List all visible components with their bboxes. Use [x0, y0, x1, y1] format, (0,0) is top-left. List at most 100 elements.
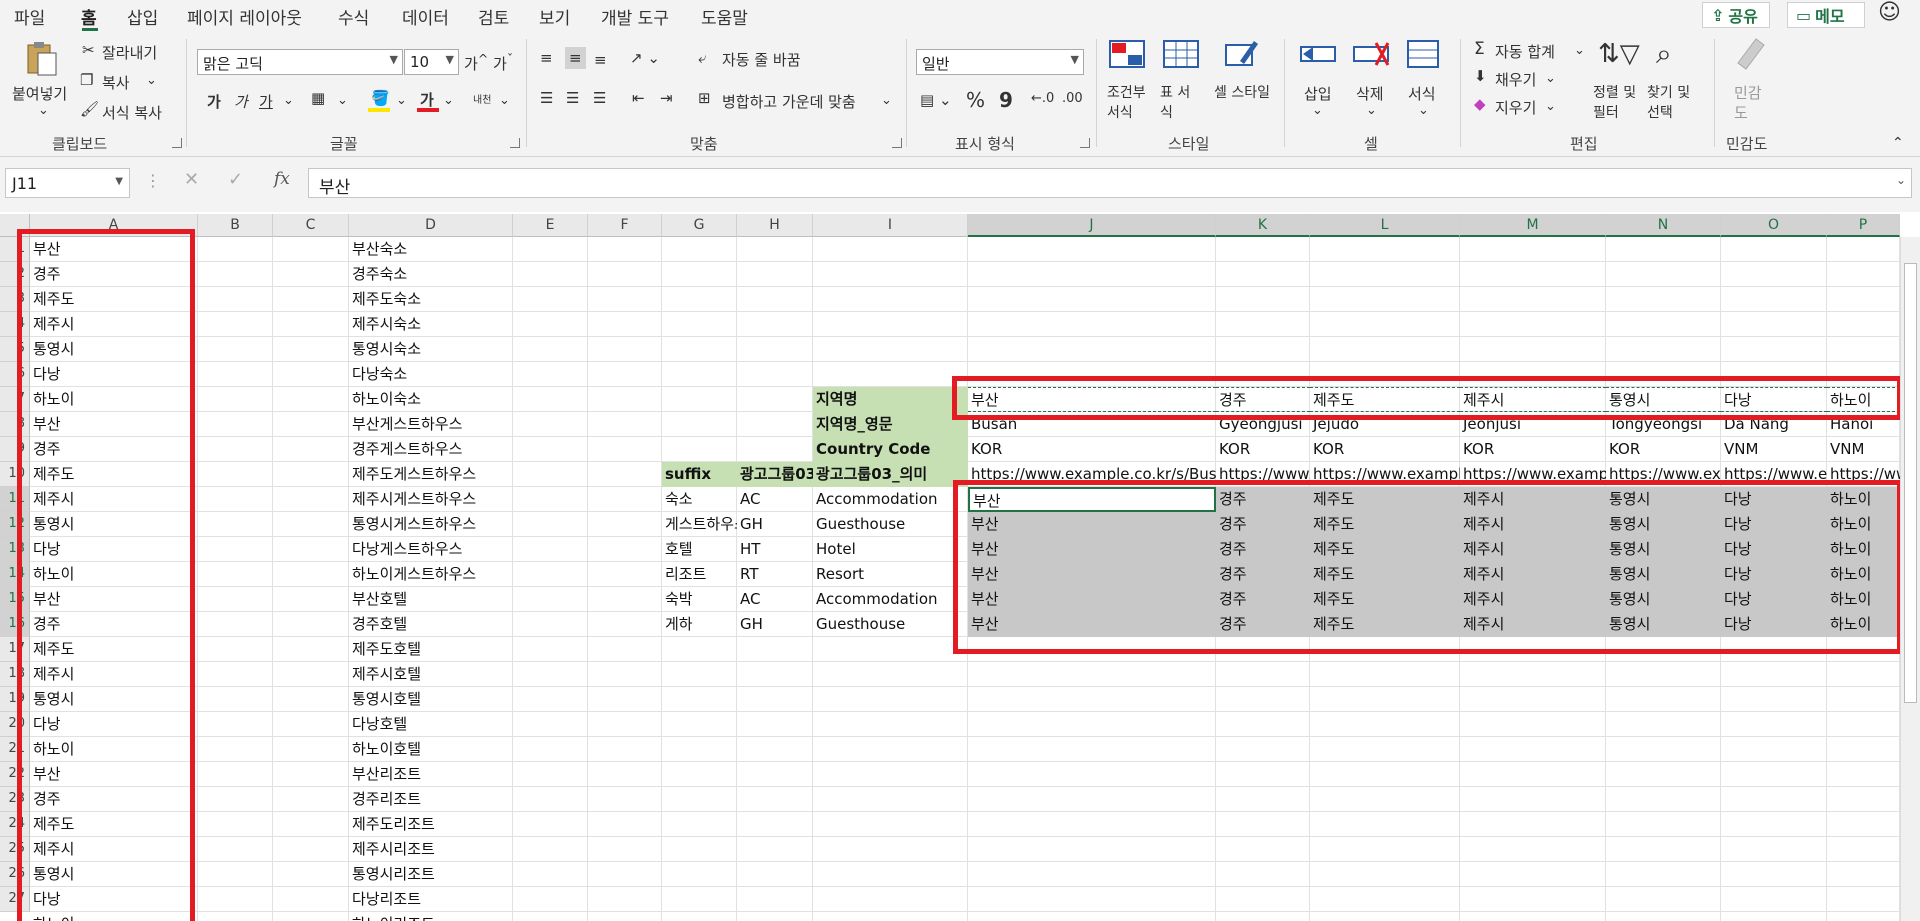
borders-dropdown-icon[interactable]: ⌄ [337, 93, 348, 108]
cell-d23[interactable]: 경주리조트 [349, 787, 513, 812]
cell-d25[interactable]: 제주시리조트 [349, 837, 513, 862]
menu-file[interactable]: 파일 [14, 4, 45, 29]
formula-input[interactable]: 부산 [308, 168, 1912, 198]
cell-d1[interactable]: 부산숙소 [349, 237, 513, 262]
align-top-icon[interactable]: ≡ [540, 49, 553, 67]
scrollbar-thumb[interactable] [1904, 263, 1917, 703]
cell-g14[interactable]: 리조트 [662, 562, 737, 587]
cell-styles-button[interactable]: 셀 스타일 [1212, 83, 1272, 103]
enter-icon[interactable]: ✓ [228, 169, 243, 190]
name-box[interactable]: J11 ▼ [5, 168, 130, 198]
increase-indent-icon[interactable]: ⇥ [660, 89, 673, 107]
expand-formula-icon[interactable]: ⌄ [1896, 173, 1906, 187]
cell-d26[interactable]: 통영시리조트 [349, 862, 513, 887]
cell-g10-suffix-header[interactable]: suffix [662, 462, 737, 487]
column-header-o[interactable]: O [1721, 214, 1827, 237]
column-header-l[interactable]: L [1310, 214, 1460, 237]
cell-d3[interactable]: 제주도숙소 [349, 287, 513, 312]
clear-button[interactable]: 지우기 [1495, 97, 1536, 118]
cell-d24[interactable]: 제주도리조트 [349, 812, 513, 837]
cell-d22[interactable]: 부산리조트 [349, 762, 513, 787]
cell-k9[interactable]: KOR [1216, 437, 1310, 462]
align-left-icon[interactable]: ☰ [540, 89, 553, 107]
menu-data[interactable]: 데이터 [402, 4, 449, 29]
cell-i16[interactable]: Guesthouse [813, 612, 968, 637]
cell-d13[interactable]: 다낭게스트하우스 [349, 537, 513, 562]
percent-style-button[interactable]: % [966, 88, 985, 112]
cell-i9-country-code-label[interactable]: Country Code [813, 437, 968, 462]
cell-d27[interactable]: 다낭리조트 [349, 887, 513, 912]
cell-d17[interactable]: 제주도호텔 [349, 637, 513, 662]
menu-formulas[interactable]: 수식 [338, 4, 369, 29]
borders-icon[interactable]: ▦ [311, 89, 325, 107]
conditional-formatting-icon[interactable] [1108, 37, 1146, 73]
sort-filter-button[interactable]: 정렬 및 필터 [1593, 83, 1637, 123]
column-header-b[interactable]: B [198, 214, 273, 237]
font-size-select[interactable]: 10 ▼ [404, 49, 459, 75]
cell-h10-adgroup-header[interactable]: 광고그룹03 [737, 462, 813, 487]
alignment-launcher-icon[interactable] [892, 138, 902, 148]
cell-i11[interactable]: Accommodation [813, 487, 968, 512]
autosum-icon[interactable]: Σ [1474, 39, 1485, 59]
memo-button[interactable]: ▭ 메모 [1787, 2, 1865, 28]
cell-styles-icon[interactable] [1222, 37, 1260, 73]
column-header-g[interactable]: G [662, 214, 737, 237]
cut-button[interactable]: 잘라내기 [102, 42, 157, 63]
conditional-formatting-button[interactable]: 조건부 서식 [1107, 83, 1147, 123]
cell-g11[interactable]: 숙소 [662, 487, 737, 512]
column-header-h[interactable]: H [737, 214, 813, 237]
align-center-icon[interactable]: ☰ [566, 89, 579, 107]
cell-d9[interactable]: 경주게스트하우스 [349, 437, 513, 462]
cell-d8[interactable]: 부산게스트하우스 [349, 412, 513, 437]
insert-function-icon[interactable]: fx [274, 169, 290, 189]
align-middle-icon[interactable]: ≡ [565, 47, 586, 69]
clear-dropdown-icon[interactable]: ⌄ [1545, 99, 1556, 114]
autosum-dropdown-icon[interactable]: ⌄ [1574, 43, 1585, 58]
cell-p9[interactable]: VNM [1827, 437, 1900, 462]
cell-h11[interactable]: AC [737, 487, 813, 512]
format-as-table-icon[interactable] [1162, 37, 1200, 73]
delete-cells-icon[interactable] [1352, 37, 1390, 73]
cell-d7[interactable]: 하노이숙소 [349, 387, 513, 412]
cell-d20[interactable]: 다낭호텔 [349, 712, 513, 737]
insert-cells-icon[interactable] [1299, 37, 1337, 73]
font-color-button[interactable]: 가 [420, 89, 434, 110]
align-bottom-icon[interactable]: ≡ [594, 51, 607, 69]
font-launcher-icon[interactable] [510, 138, 520, 148]
delete-cells-button[interactable]: 삭제 [1356, 83, 1384, 104]
format-painter-button[interactable]: 서식 복사 [102, 102, 162, 123]
underline-dropdown-icon[interactable]: ⌄ [283, 93, 294, 108]
menu-help[interactable]: 도움말 [701, 4, 748, 29]
cell-d15[interactable]: 부산호텔 [349, 587, 513, 612]
cell-d5[interactable]: 통영시숙소 [349, 337, 513, 362]
cell-n9[interactable]: KOR [1606, 437, 1721, 462]
phonetic-dropdown-icon[interactable]: ⌄ [499, 93, 510, 108]
format-cells-button[interactable]: 서식 [1408, 83, 1436, 104]
sort-filter-icon[interactable]: ⇅▽ [1598, 39, 1640, 69]
cell-d14[interactable]: 하노이게스트하우스 [349, 562, 513, 587]
column-header-p[interactable]: P [1827, 214, 1900, 237]
fill-color-icon[interactable]: 🪣 [371, 89, 390, 107]
menu-page-layout[interactable]: 페이지 레이아웃 [187, 4, 302, 29]
format-cells-icon[interactable] [1404, 37, 1442, 73]
orientation-icon[interactable]: ↗ ⌄ [630, 49, 660, 67]
cell-d16[interactable]: 경주호텔 [349, 612, 513, 637]
menu-review[interactable]: 검토 [478, 4, 509, 29]
cell-i14[interactable]: Resort [813, 562, 968, 587]
italic-button[interactable]: 가 [234, 91, 248, 112]
grow-font-button[interactable]: 가^ [464, 51, 488, 74]
comma-style-button[interactable]: 9 [999, 88, 1013, 112]
fill-color-dropdown-icon[interactable]: ⌄ [396, 93, 407, 108]
copy-icon[interactable]: ❐ [80, 71, 93, 89]
menu-insert[interactable]: 삽입 [127, 4, 158, 29]
cell-d21[interactable]: 하노이호텔 [349, 737, 513, 762]
insert-dropdown-icon[interactable]: ⌄ [1312, 103, 1323, 118]
column-header-m[interactable]: M [1460, 214, 1606, 237]
cell-d2[interactable]: 경주숙소 [349, 262, 513, 287]
menu-view[interactable]: 보기 [539, 4, 570, 29]
merge-center-icon[interactable]: ⊞ [698, 89, 711, 107]
cell-d10[interactable]: 제주도게스트하우스 [349, 462, 513, 487]
number-launcher-icon[interactable] [1080, 138, 1090, 148]
cell-d6[interactable]: 다낭숙소 [349, 362, 513, 387]
cell-j9[interactable]: KOR [968, 437, 1216, 462]
